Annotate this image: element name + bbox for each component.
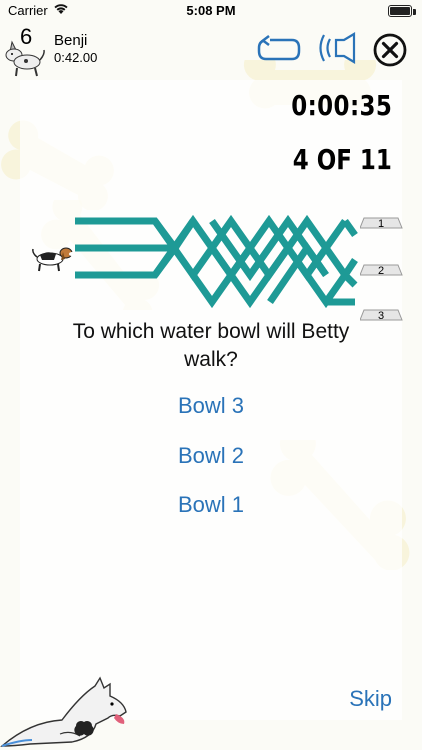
sound-button[interactable] (316, 30, 360, 71)
game-card: 0:00:35 4 OF 11 1 2 3 To which water bow… (20, 80, 403, 720)
battery-icon (388, 5, 412, 17)
beagle-dog-icon (28, 244, 78, 279)
skip-button[interactable]: Skip (349, 686, 392, 712)
bowl-label-2: 2 (377, 265, 385, 277)
clock: 5:08 PM (186, 3, 236, 18)
answer-bowl-2-button[interactable]: Bowl 2 (110, 443, 312, 469)
player-best-time: 0:42.00 (54, 50, 98, 65)
player-name: Benji (54, 32, 88, 49)
status-bar: Carrier 5:08 PM (0, 0, 422, 22)
speaker-icon (316, 30, 360, 71)
replay-icon (256, 34, 302, 68)
battery-tip (413, 9, 416, 15)
answer-bowl-1-button[interactable]: Bowl 1 (110, 492, 312, 518)
close-button[interactable] (372, 32, 408, 73)
maze-diagram (75, 214, 358, 309)
game-header: 6 Benji 0:42.00 (0, 22, 422, 80)
replay-button[interactable] (256, 34, 302, 68)
mascot-dog-icon (0, 676, 135, 750)
dog-avatar-icon (2, 38, 46, 78)
bowl-label-1: 1 (377, 218, 385, 230)
question-text: To which water bowl will Betty walk? (72, 320, 350, 371)
close-icon (372, 32, 408, 73)
answer-bowl-3-button[interactable]: Bowl 3 (110, 393, 312, 419)
